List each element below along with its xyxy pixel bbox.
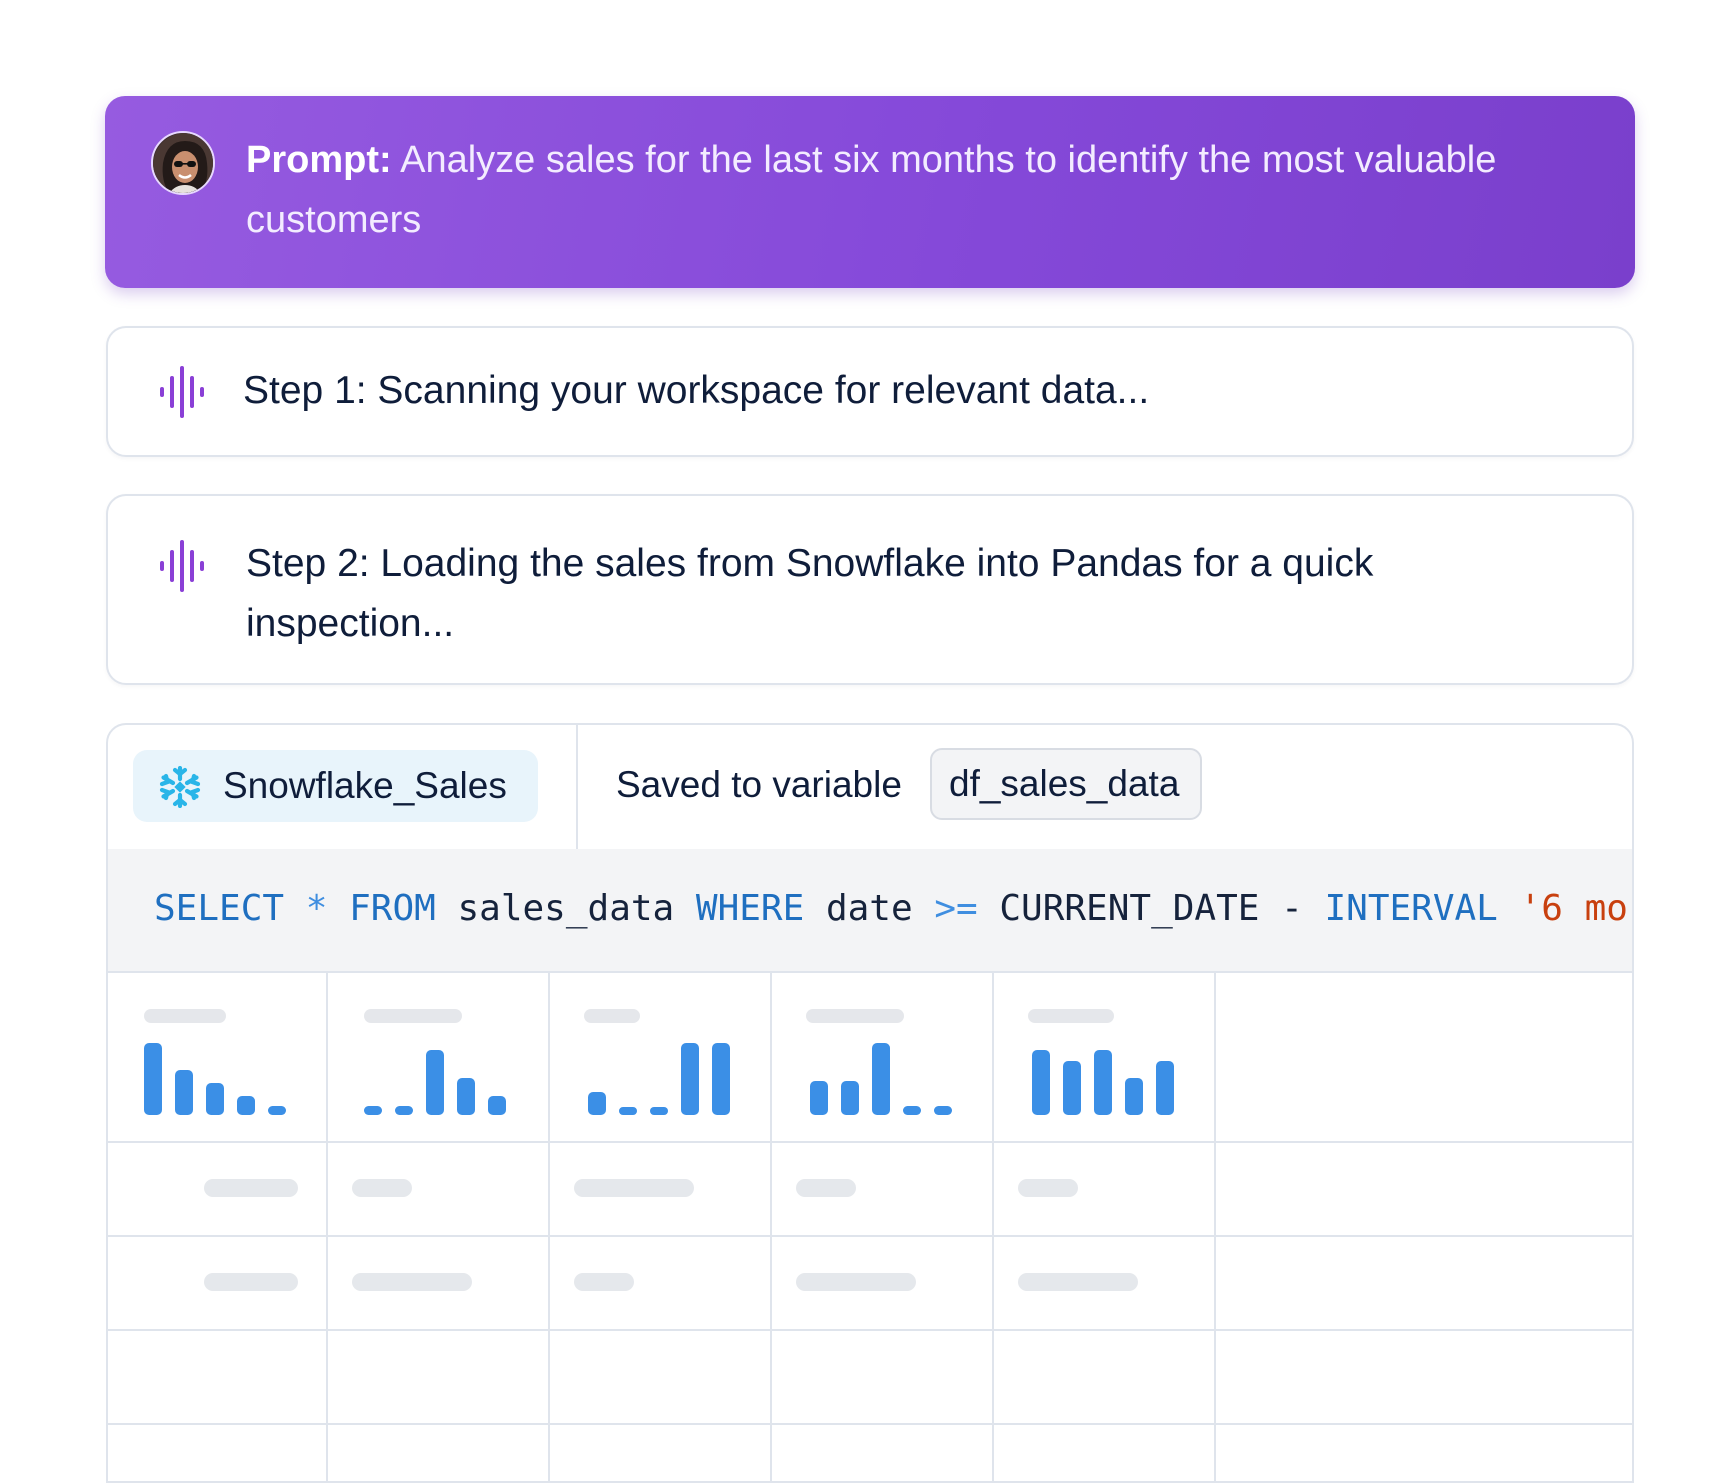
- column-name-placeholder: [364, 1009, 462, 1023]
- column-name-placeholder: [144, 1009, 226, 1023]
- histogram-bar: [268, 1106, 286, 1115]
- histogram-bar: [237, 1096, 255, 1115]
- cell-placeholder: [1018, 1273, 1138, 1291]
- cell-placeholder: [352, 1273, 472, 1291]
- histogram-bar: [681, 1043, 699, 1115]
- histogram-bar: [395, 1106, 413, 1115]
- step-1-text: Step 1: Scanning your workspace for rele…: [243, 369, 1150, 412]
- column-header[interactable]: [992, 971, 1214, 1141]
- cell-placeholder: [1018, 1179, 1078, 1197]
- histogram-bar: [712, 1043, 730, 1115]
- grid-row-divider: [108, 1235, 1632, 1237]
- sql-token: >=: [934, 888, 978, 929]
- histogram-bar: [1063, 1061, 1081, 1115]
- histogram-bar: [872, 1043, 890, 1115]
- sql-token: CURRENT_DATE -: [977, 888, 1325, 929]
- cell-placeholder: [352, 1179, 412, 1197]
- histogram-bar: [144, 1043, 162, 1115]
- variable-chip[interactable]: df_sales_data: [930, 748, 1202, 820]
- prompt-label: Prompt:: [246, 139, 392, 181]
- grid-row-divider: [108, 1141, 1632, 1143]
- histogram-bar: [1125, 1078, 1143, 1115]
- prompt-body: Analyze sales for the last six months to…: [246, 139, 1497, 241]
- variable-name: df_sales_data: [949, 763, 1180, 804]
- sql-token: FROM: [349, 888, 436, 929]
- grid-column-divider: [1214, 971, 1216, 1481]
- column-header[interactable]: [770, 971, 992, 1141]
- cell-placeholder: [796, 1273, 916, 1291]
- cell-placeholder: [204, 1273, 298, 1291]
- sql-token: date: [804, 888, 935, 929]
- step-card-1: Step 1: Scanning your workspace for rele…: [106, 326, 1634, 457]
- data-preview-grid: [108, 971, 1632, 1481]
- histogram-bar: [364, 1106, 382, 1115]
- sql-query-bar[interactable]: SELECT * FROM sales_data WHERE date >= C…: [108, 849, 1632, 973]
- prompt-card: Prompt: Analyze sales for the last six m…: [105, 96, 1635, 288]
- histogram-bar: [841, 1081, 859, 1115]
- histogram-bar: [1094, 1050, 1112, 1115]
- prompt-text: Prompt: Analyze sales for the last six m…: [246, 130, 1506, 250]
- cell-placeholder: [796, 1179, 856, 1197]
- grid-row-divider: [108, 1329, 1632, 1331]
- histogram-bar: [903, 1106, 921, 1115]
- audio-wave-icon: [160, 366, 204, 418]
- sql-token: sales_data: [435, 888, 696, 929]
- sql-token: INTERVAL: [1324, 888, 1498, 929]
- column-header[interactable]: [326, 971, 548, 1141]
- histogram-bar: [206, 1083, 224, 1115]
- sql-token: WHERE: [695, 888, 805, 929]
- histogram-bar: [175, 1070, 193, 1115]
- cell-placeholder: [204, 1179, 298, 1197]
- column-name-placeholder: [584, 1009, 640, 1023]
- histogram-bar: [650, 1107, 668, 1115]
- source-label: Snowflake_Sales: [223, 765, 507, 806]
- column-name-placeholder: [806, 1009, 904, 1023]
- grid-row-divider: [108, 1423, 1632, 1425]
- cell-placeholder: [574, 1273, 634, 1291]
- histogram-bar: [588, 1092, 606, 1115]
- header-divider: [576, 725, 578, 849]
- column-header[interactable]: [108, 971, 326, 1141]
- histogram-bar: [810, 1081, 828, 1115]
- sql-token: *: [305, 888, 328, 929]
- data-panel: Snowflake_Sales Saved to variable df_sal…: [106, 723, 1634, 1483]
- step-card-2: Step 2: Loading the sales from Snowflake…: [106, 494, 1634, 685]
- histogram-bar: [426, 1050, 444, 1115]
- histogram-bar: [934, 1106, 952, 1115]
- sql-query: SELECT * FROM sales_data WHERE date >= C…: [154, 885, 1628, 933]
- histogram-bar: [488, 1096, 506, 1115]
- histogram-bar: [619, 1107, 637, 1115]
- source-chip[interactable]: Snowflake_Sales: [133, 750, 538, 822]
- histogram-bar: [457, 1078, 475, 1115]
- cell-placeholder: [574, 1179, 694, 1197]
- audio-wave-icon: [160, 540, 204, 592]
- snowflake-icon: [159, 766, 201, 808]
- step-2-text: Step 2: Loading the sales from Snowflake…: [246, 542, 1374, 645]
- sql-token: '6 mo: [1519, 888, 1628, 929]
- histogram-bar: [1156, 1061, 1174, 1115]
- sql-token: SELECT: [154, 888, 285, 929]
- user-avatar: [151, 131, 215, 195]
- saved-to-variable-label: Saved to variable: [616, 764, 902, 805]
- column-name-placeholder: [1028, 1009, 1114, 1023]
- column-header[interactable]: [548, 971, 770, 1141]
- panel-header: Snowflake_Sales Saved to variable df_sal…: [108, 725, 1632, 851]
- histogram-bar: [1032, 1050, 1050, 1115]
